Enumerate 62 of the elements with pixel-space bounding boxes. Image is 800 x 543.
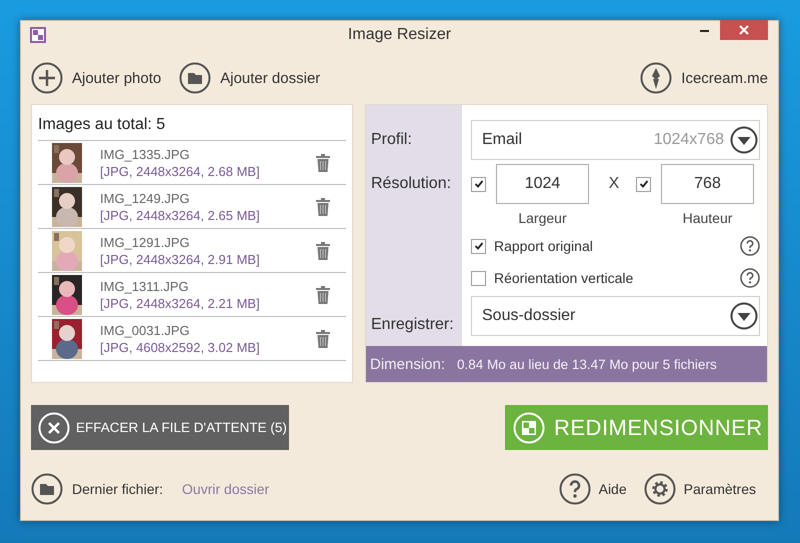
help-icon xyxy=(558,473,591,505)
image-list-item[interactable]: IMG_1335.JPG [JPG, 2448x3264, 2.68 MB] xyxy=(38,141,346,185)
checkbox[interactable] xyxy=(636,176,651,192)
option-label: Réorientation verticale xyxy=(494,270,634,286)
field-label: Résolution: xyxy=(370,175,452,193)
help-icon[interactable] xyxy=(740,236,760,256)
file-details: [JPG, 2448x3264, 2.68 MB] xyxy=(100,162,261,180)
resize-icon xyxy=(513,412,545,444)
settings-icon xyxy=(644,473,676,505)
image-list-item[interactable]: IMG_0031.JPG [JPG, 4608x2592, 3.02 MB] xyxy=(38,317,346,361)
ice-cream-icon xyxy=(640,62,672,94)
help-button[interactable]: Aide xyxy=(558,473,627,505)
height-caption: Hauteur xyxy=(682,210,734,226)
file-name: IMG_1311.JPG xyxy=(100,278,190,294)
height-input[interactable]: 768 xyxy=(661,164,754,204)
last-file-label: Dernier fichier: xyxy=(72,481,164,497)
help-icon[interactable] xyxy=(740,268,760,288)
field-label: Profil: xyxy=(370,131,413,149)
trash-icon[interactable] xyxy=(316,154,330,172)
add-photo-button[interactable]: Ajouter photo xyxy=(31,62,162,94)
clear-queue-button[interactable]: EFFACER LA FILE D'ATTENTE (5) xyxy=(31,405,289,450)
add-folder-button[interactable]: Ajouter dossier xyxy=(179,62,320,94)
image-count: Images au total: 5 xyxy=(38,105,346,141)
close-circle-icon xyxy=(38,412,70,444)
save-location-dropdown[interactable]: Sous-dossier xyxy=(471,296,760,336)
file-details: [JPG, 4608x2592, 3.02 MB] xyxy=(100,338,261,356)
app-logo-icon xyxy=(30,27,46,43)
trash-icon[interactable] xyxy=(316,198,330,216)
close-button[interactable] xyxy=(720,20,768,40)
file-details: [JPG, 2448x3264, 2.65 MB] xyxy=(100,206,261,224)
settings-button[interactable]: Paramètres xyxy=(644,473,756,505)
image-list-item[interactable]: IMG_1291.JPG [JPG, 2448x3264, 2.91 MB] xyxy=(38,229,346,273)
dimension-summary: 0.84 Mo au lieu de 13.47 Mo pour 5 fichiers xyxy=(457,356,717,372)
file-name: IMG_1249.JPG xyxy=(100,190,191,206)
trash-icon[interactable] xyxy=(316,286,330,304)
times-sign: X xyxy=(608,175,620,193)
trash-icon[interactable] xyxy=(316,330,330,348)
file-name: IMG_0031.JPG xyxy=(100,322,191,338)
option-label: Rapport original xyxy=(494,238,593,254)
brand-link[interactable]: Icecream.me xyxy=(640,62,768,94)
file-details: [JPG, 2448x3264, 2.21 MB] xyxy=(100,294,261,312)
trash-icon[interactable] xyxy=(316,242,330,260)
profile-dropdown[interactable]: Email 1024x768 xyxy=(471,120,760,160)
checkbox[interactable] xyxy=(471,176,486,192)
folder-icon xyxy=(179,62,212,94)
dimension-label: Dimension: xyxy=(370,356,446,372)
file-details: [JPG, 2448x3264, 2.91 MB] xyxy=(100,250,261,268)
checkmark-icon xyxy=(474,179,484,189)
width-input[interactable]: 1024 xyxy=(496,164,589,204)
folder-icon[interactable] xyxy=(31,473,63,505)
field-label: Enregistrer: xyxy=(370,316,455,335)
checkbox[interactable] xyxy=(471,238,486,254)
checkbox[interactable] xyxy=(471,270,486,286)
image-list-item[interactable]: IMG_1311.JPG [JPG, 2448x3264, 2.21 MB] xyxy=(38,273,346,317)
file-name: IMG_1335.JPG xyxy=(100,146,191,162)
window-title: Image Resizer xyxy=(346,26,452,44)
image-list-item[interactable]: IMG_1249.JPG [JPG, 2448x3264, 2.65 MB] xyxy=(38,185,346,229)
file-name: IMG_1291.JPG xyxy=(100,234,191,250)
checkmark-icon xyxy=(474,241,484,251)
checkmark-icon xyxy=(638,179,648,189)
plus-icon xyxy=(31,62,63,94)
width-caption: Largeur xyxy=(517,210,568,226)
